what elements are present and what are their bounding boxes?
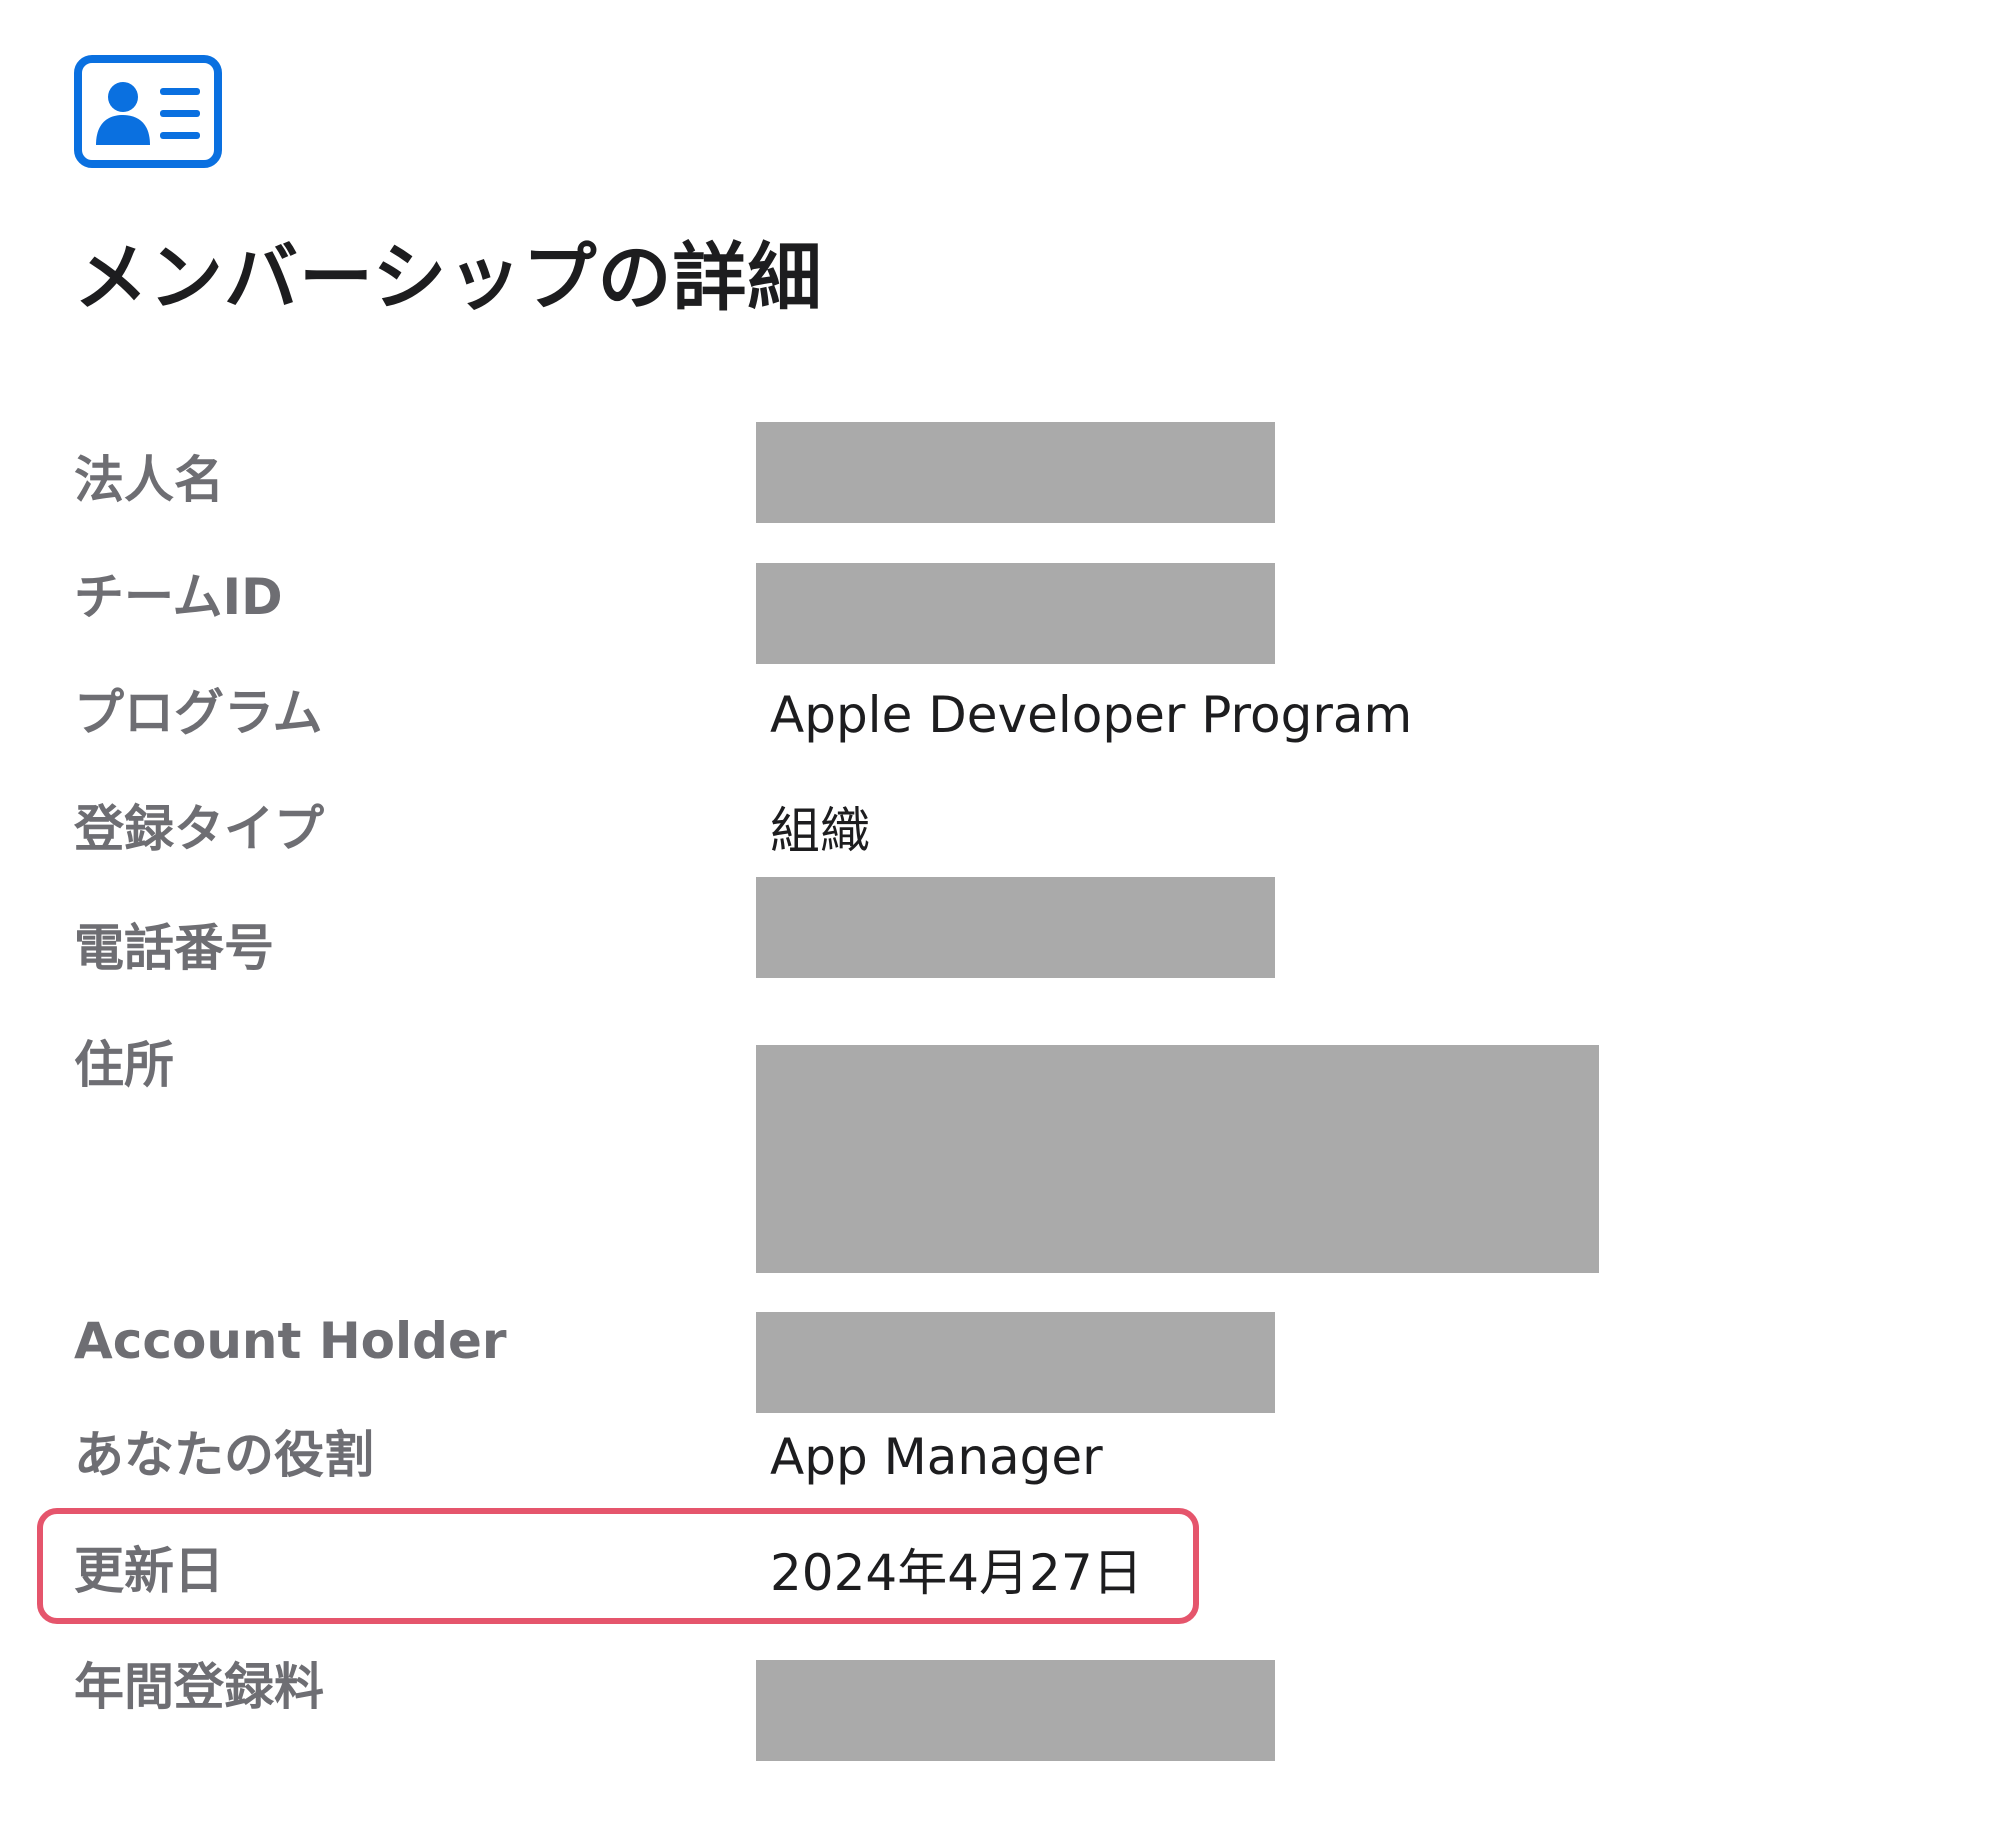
annual-fee-label: 年間登録料 [74,1658,324,1716]
renewal-date-value: 2024年4月27日 [770,1544,1143,1602]
enrollment-type-label: 登録タイプ [74,800,324,858]
page-title: メンバーシップの詳細 [74,235,823,321]
phone-label: 電話番号 [74,919,274,977]
your-role-label: あなたの役割 [74,1426,374,1484]
account-holder-redacted [756,1312,1275,1413]
enrollment-type-value: 組織 [770,802,870,860]
corporate-name-redacted [756,422,1275,523]
address-label: 住所 [74,1036,174,1094]
corporate-name-label: 法人名 [74,451,224,509]
annual-fee-redacted [756,1660,1275,1761]
membership-card-icon [74,55,222,168]
program-value: Apple Developer Program [770,686,1413,744]
address-redacted [756,1045,1599,1273]
phone-redacted [756,877,1275,978]
team-id-label: チームID [74,568,283,626]
account-holder-label: Account Holder [74,1312,507,1370]
team-id-redacted [756,563,1275,664]
program-label: プログラム [74,684,323,742]
your-role-value: App Manager [770,1428,1103,1486]
renewal-date-label: 更新日 [74,1542,224,1600]
